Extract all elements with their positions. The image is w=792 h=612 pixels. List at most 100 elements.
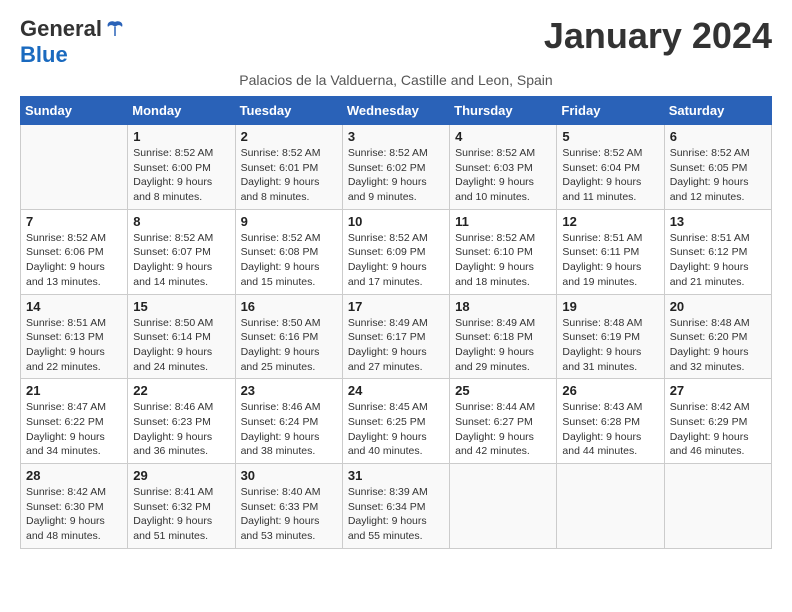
month-title: January 2024 (544, 16, 772, 56)
day-details: Sunrise: 8:52 AMSunset: 6:05 PMDaylight:… (670, 146, 766, 205)
day-number: 6 (670, 129, 766, 144)
day-number: 12 (562, 214, 658, 229)
day-number: 11 (455, 214, 551, 229)
logo: General Blue (20, 16, 126, 68)
calendar-day-cell: 31 Sunrise: 8:39 AMSunset: 6:34 PMDayligh… (342, 464, 449, 549)
calendar-day-cell: 16 Sunrise: 8:50 AMSunset: 6:16 PMDayligh… (235, 294, 342, 379)
day-number: 2 (241, 129, 337, 144)
calendar-day-cell: 24 Sunrise: 8:45 AMSunset: 6:25 PMDayligh… (342, 379, 449, 464)
calendar-header-cell: Wednesday (342, 97, 449, 125)
calendar-header-cell: Tuesday (235, 97, 342, 125)
day-details: Sunrise: 8:50 AMSunset: 6:14 PMDaylight:… (133, 316, 229, 375)
calendar-day-cell: 12 Sunrise: 8:51 AMSunset: 6:11 PMDayligh… (557, 209, 664, 294)
day-number: 20 (670, 299, 766, 314)
calendar-day-cell: 2 Sunrise: 8:52 AMSunset: 6:01 PMDaylight… (235, 125, 342, 210)
calendar-day-cell: 7 Sunrise: 8:52 AMSunset: 6:06 PMDaylight… (21, 209, 128, 294)
day-details: Sunrise: 8:40 AMSunset: 6:33 PMDaylight:… (241, 485, 337, 544)
day-details: Sunrise: 8:52 AMSunset: 6:02 PMDaylight:… (348, 146, 444, 205)
day-details: Sunrise: 8:48 AMSunset: 6:20 PMDaylight:… (670, 316, 766, 375)
calendar-day-cell: 22 Sunrise: 8:46 AMSunset: 6:23 PMDayligh… (128, 379, 235, 464)
day-details: Sunrise: 8:42 AMSunset: 6:29 PMDaylight:… (670, 400, 766, 459)
day-number: 23 (241, 383, 337, 398)
calendar-day-cell: 9Sunrise: 8:52 AMSunset: 6:08 PMDaylight… (235, 209, 342, 294)
calendar-table: SundayMondayTuesdayWednesdayThursdayFrid… (20, 96, 772, 549)
day-number: 25 (455, 383, 551, 398)
logo-blue: Blue (20, 42, 126, 68)
calendar-day-cell: 4Sunrise: 8:52 AMSunset: 6:03 PMDaylight… (450, 125, 557, 210)
day-number: 28 (26, 468, 122, 483)
calendar-day-cell: 25 Sunrise: 8:44 AMSunset: 6:27 PMDayligh… (450, 379, 557, 464)
day-details: Sunrise: 8:50 AMSunset: 6:16 PMDaylight:… (241, 316, 337, 375)
calendar-header-cell: Sunday (21, 97, 128, 125)
day-number: 29 (133, 468, 229, 483)
day-details: Sunrise: 8:52 AMSunset: 6:09 PMDaylight:… (348, 231, 444, 290)
page-subtitle: Palacios de la Valduerna, Castille and L… (20, 72, 772, 88)
day-number: 19 (562, 299, 658, 314)
day-details: Sunrise: 8:52 AMSunset: 6:10 PMDaylight:… (455, 231, 551, 290)
day-details: Sunrise: 8:52 AMSunset: 6:04 PMDaylight:… (562, 146, 658, 205)
day-number: 26 (562, 383, 658, 398)
day-details: Sunrise: 8:51 AMSunset: 6:13 PMDaylight:… (26, 316, 122, 375)
calendar-day-cell: 23Sunrise: 8:46 AMSunset: 6:24 PMDayligh… (235, 379, 342, 464)
calendar-day-cell: 17 Sunrise: 8:49 AMSunset: 6:17 PMDayligh… (342, 294, 449, 379)
calendar-day-cell: 15 Sunrise: 8:50 AMSunset: 6:14 PMDayligh… (128, 294, 235, 379)
calendar-day-cell: 19Sunrise: 8:48 AMSunset: 6:19 PMDayligh… (557, 294, 664, 379)
calendar-day-cell: 1 Sunrise: 8:52 AMSunset: 6:00 PMDaylight… (128, 125, 235, 210)
calendar-day-cell: 26 Sunrise: 8:43 AMSunset: 6:28 PMDayligh… (557, 379, 664, 464)
day-details: Sunrise: 8:52 AMSunset: 6:07 PMDaylight:… (133, 231, 229, 290)
calendar-day-cell: 5 Sunrise: 8:52 AMSunset: 6:04 PMDaylight… (557, 125, 664, 210)
day-details: Sunrise: 8:43 AMSunset: 6:28 PMDaylight:… (562, 400, 658, 459)
calendar-header-cell: Monday (128, 97, 235, 125)
day-number: 31 (348, 468, 444, 483)
calendar-header-cell: Saturday (664, 97, 771, 125)
day-number: 10 (348, 214, 444, 229)
day-number: 14 (26, 299, 122, 314)
day-number: 7 (26, 214, 122, 229)
day-number: 17 (348, 299, 444, 314)
calendar-header-row: SundayMondayTuesdayWednesdayThursdayFrid… (21, 97, 772, 125)
calendar-day-cell (450, 464, 557, 549)
day-number: 5 (562, 129, 658, 144)
day-details: Sunrise: 8:52 AMSunset: 6:08 PMDaylight:… (241, 231, 337, 290)
day-details: Sunrise: 8:52 AMSunset: 6:03 PMDaylight:… (455, 146, 551, 205)
calendar-day-cell: 29Sunrise: 8:41 AMSunset: 6:32 PMDayligh… (128, 464, 235, 549)
calendar-day-cell: 6 Sunrise: 8:52 AMSunset: 6:05 PMDaylight… (664, 125, 771, 210)
day-details: Sunrise: 8:52 AMSunset: 6:00 PMDaylight:… (133, 146, 229, 205)
day-details: Sunrise: 8:51 AMSunset: 6:11 PMDaylight:… (562, 231, 658, 290)
day-details: Sunrise: 8:46 AMSunset: 6:23 PMDaylight:… (133, 400, 229, 459)
day-details: Sunrise: 8:45 AMSunset: 6:25 PMDaylight:… (348, 400, 444, 459)
calendar-day-cell: 10 Sunrise: 8:52 AMSunset: 6:09 PMDayligh… (342, 209, 449, 294)
day-number: 1 (133, 129, 229, 144)
calendar-header-cell: Friday (557, 97, 664, 125)
page-header: General Blue January 2024 (20, 16, 772, 68)
day-number: 13 (670, 214, 766, 229)
calendar-day-cell (664, 464, 771, 549)
calendar-day-cell: 8Sunrise: 8:52 AMSunset: 6:07 PMDaylight… (128, 209, 235, 294)
day-details: Sunrise: 8:42 AMSunset: 6:30 PMDaylight:… (26, 485, 122, 544)
day-number: 22 (133, 383, 229, 398)
calendar-week-row: 21Sunrise: 8:47 AMSunset: 6:22 PMDayligh… (21, 379, 772, 464)
calendar-day-cell: 30 Sunrise: 8:40 AMSunset: 6:33 PMDayligh… (235, 464, 342, 549)
calendar-week-row: 14 Sunrise: 8:51 AMSunset: 6:13 PMDayligh… (21, 294, 772, 379)
day-number: 18 (455, 299, 551, 314)
day-number: 15 (133, 299, 229, 314)
calendar-week-row: 7 Sunrise: 8:52 AMSunset: 6:06 PMDaylight… (21, 209, 772, 294)
logo-general: General (20, 16, 102, 42)
calendar-day-cell (557, 464, 664, 549)
day-number: 24 (348, 383, 444, 398)
day-number: 30 (241, 468, 337, 483)
day-number: 16 (241, 299, 337, 314)
day-details: Sunrise: 8:49 AMSunset: 6:17 PMDaylight:… (348, 316, 444, 375)
calendar-body: 1 Sunrise: 8:52 AMSunset: 6:00 PMDaylight… (21, 125, 772, 549)
day-details: Sunrise: 8:49 AMSunset: 6:18 PMDaylight:… (455, 316, 551, 375)
calendar-day-cell: 18 Sunrise: 8:49 AMSunset: 6:18 PMDayligh… (450, 294, 557, 379)
day-details: Sunrise: 8:39 AMSunset: 6:34 PMDaylight:… (348, 485, 444, 544)
day-details: Sunrise: 8:47 AMSunset: 6:22 PMDaylight:… (26, 400, 122, 459)
day-details: Sunrise: 8:52 AMSunset: 6:01 PMDaylight:… (241, 146, 337, 205)
logo-bird-icon (104, 18, 126, 40)
day-details: Sunrise: 8:52 AMSunset: 6:06 PMDaylight:… (26, 231, 122, 290)
calendar-day-cell: 14 Sunrise: 8:51 AMSunset: 6:13 PMDayligh… (21, 294, 128, 379)
calendar-header-cell: Thursday (450, 97, 557, 125)
calendar-week-row: 28 Sunrise: 8:42 AMSunset: 6:30 PMDayligh… (21, 464, 772, 549)
day-details: Sunrise: 8:44 AMSunset: 6:27 PMDaylight:… (455, 400, 551, 459)
